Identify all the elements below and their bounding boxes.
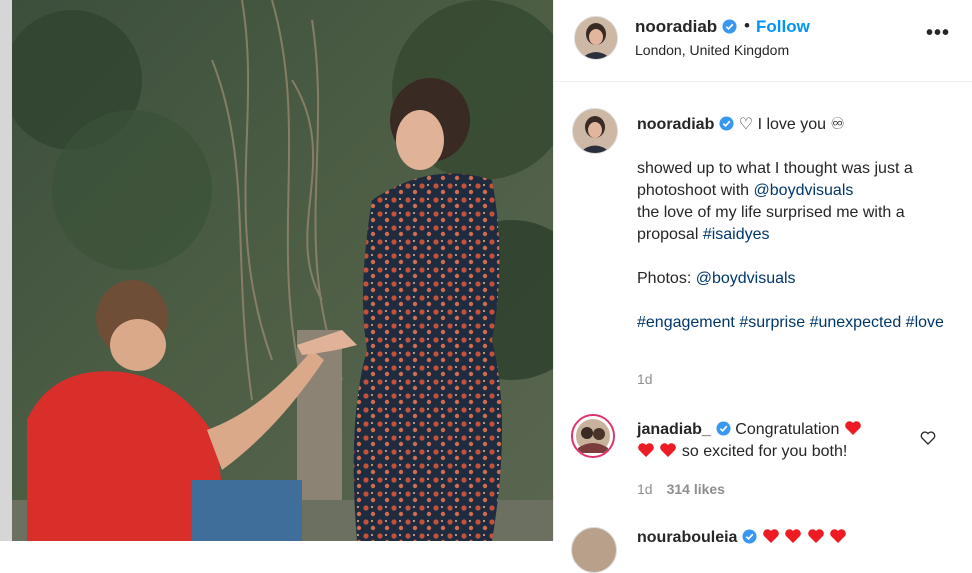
comment-text: nourabouleia [637,527,937,549]
hashtag-link[interactable]: #isaidyes [703,226,770,243]
comment-meta: 1d 314 likes [637,481,725,497]
hashtag-link[interactable]: #surprise [739,314,805,331]
red-heart-icon [660,443,677,457]
post-details-panel: nooradiab • Follow London, United Kingdo… [553,0,972,573]
post-location[interactable]: London, United Kingdom [635,42,789,58]
page-edge [0,0,12,541]
author-username-text[interactable]: nooradiab [635,17,717,36]
caption-avatar[interactable] [572,108,618,154]
follow-button[interactable]: Follow [756,17,810,37]
caption-timestamp[interactable]: 1d [637,371,653,387]
commenter-username[interactable]: janadiab_ [637,421,711,438]
caption-text: nooradiab ♡ I love you ♾ showed up to wh… [637,114,947,334]
comment-body-end: so excited for you both! [681,443,848,460]
post-photo[interactable] [12,0,553,541]
mention-link[interactable]: @boydvisuals [696,270,796,287]
red-heart-icon [638,443,654,457]
mention-link[interactable]: @boydvisuals [754,182,854,199]
commenter-avatar[interactable] [571,527,617,573]
author-username[interactable]: nooradiab [635,17,737,37]
comment-timestamp[interactable]: 1d [637,481,653,497]
heart-outline-icon[interactable] [920,430,936,446]
post-header: nooradiab • Follow London, United Kingdo… [554,0,972,82]
red-heart-icon [844,421,861,435]
verified-badge-icon [742,529,757,544]
red-heart-icon [808,529,824,543]
hashtag-link[interactable]: #love [906,314,944,331]
red-heart-icon [830,529,847,543]
verified-badge-icon [722,19,737,34]
caption-first-line: ♡ I love you ♾ [738,116,845,133]
comment-body-start: Congratulation [735,421,840,438]
commenter-avatar[interactable] [571,414,615,458]
header-separator: • [744,16,750,35]
red-heart-icon [785,529,802,543]
verified-badge-icon [719,116,734,131]
caption-username[interactable]: nooradiab [637,116,714,133]
more-options-icon[interactable]: ••• [926,22,950,45]
commenter-username[interactable]: nourabouleia [637,529,737,546]
comment-text: janadiab_ Congratulation so excited for … [637,419,907,463]
author-avatar[interactable] [574,16,618,60]
photos-credit-label: Photos: [637,270,696,287]
caption-paragraph-2: the love of my life surprised me with a … [637,204,905,243]
verified-badge-icon [716,421,731,436]
red-heart-icon [763,529,779,543]
comment-likes[interactable]: 314 likes [667,481,725,497]
hashtag-link[interactable]: #engagement [637,314,735,331]
hashtag-link[interactable]: #unexpected [810,314,902,331]
